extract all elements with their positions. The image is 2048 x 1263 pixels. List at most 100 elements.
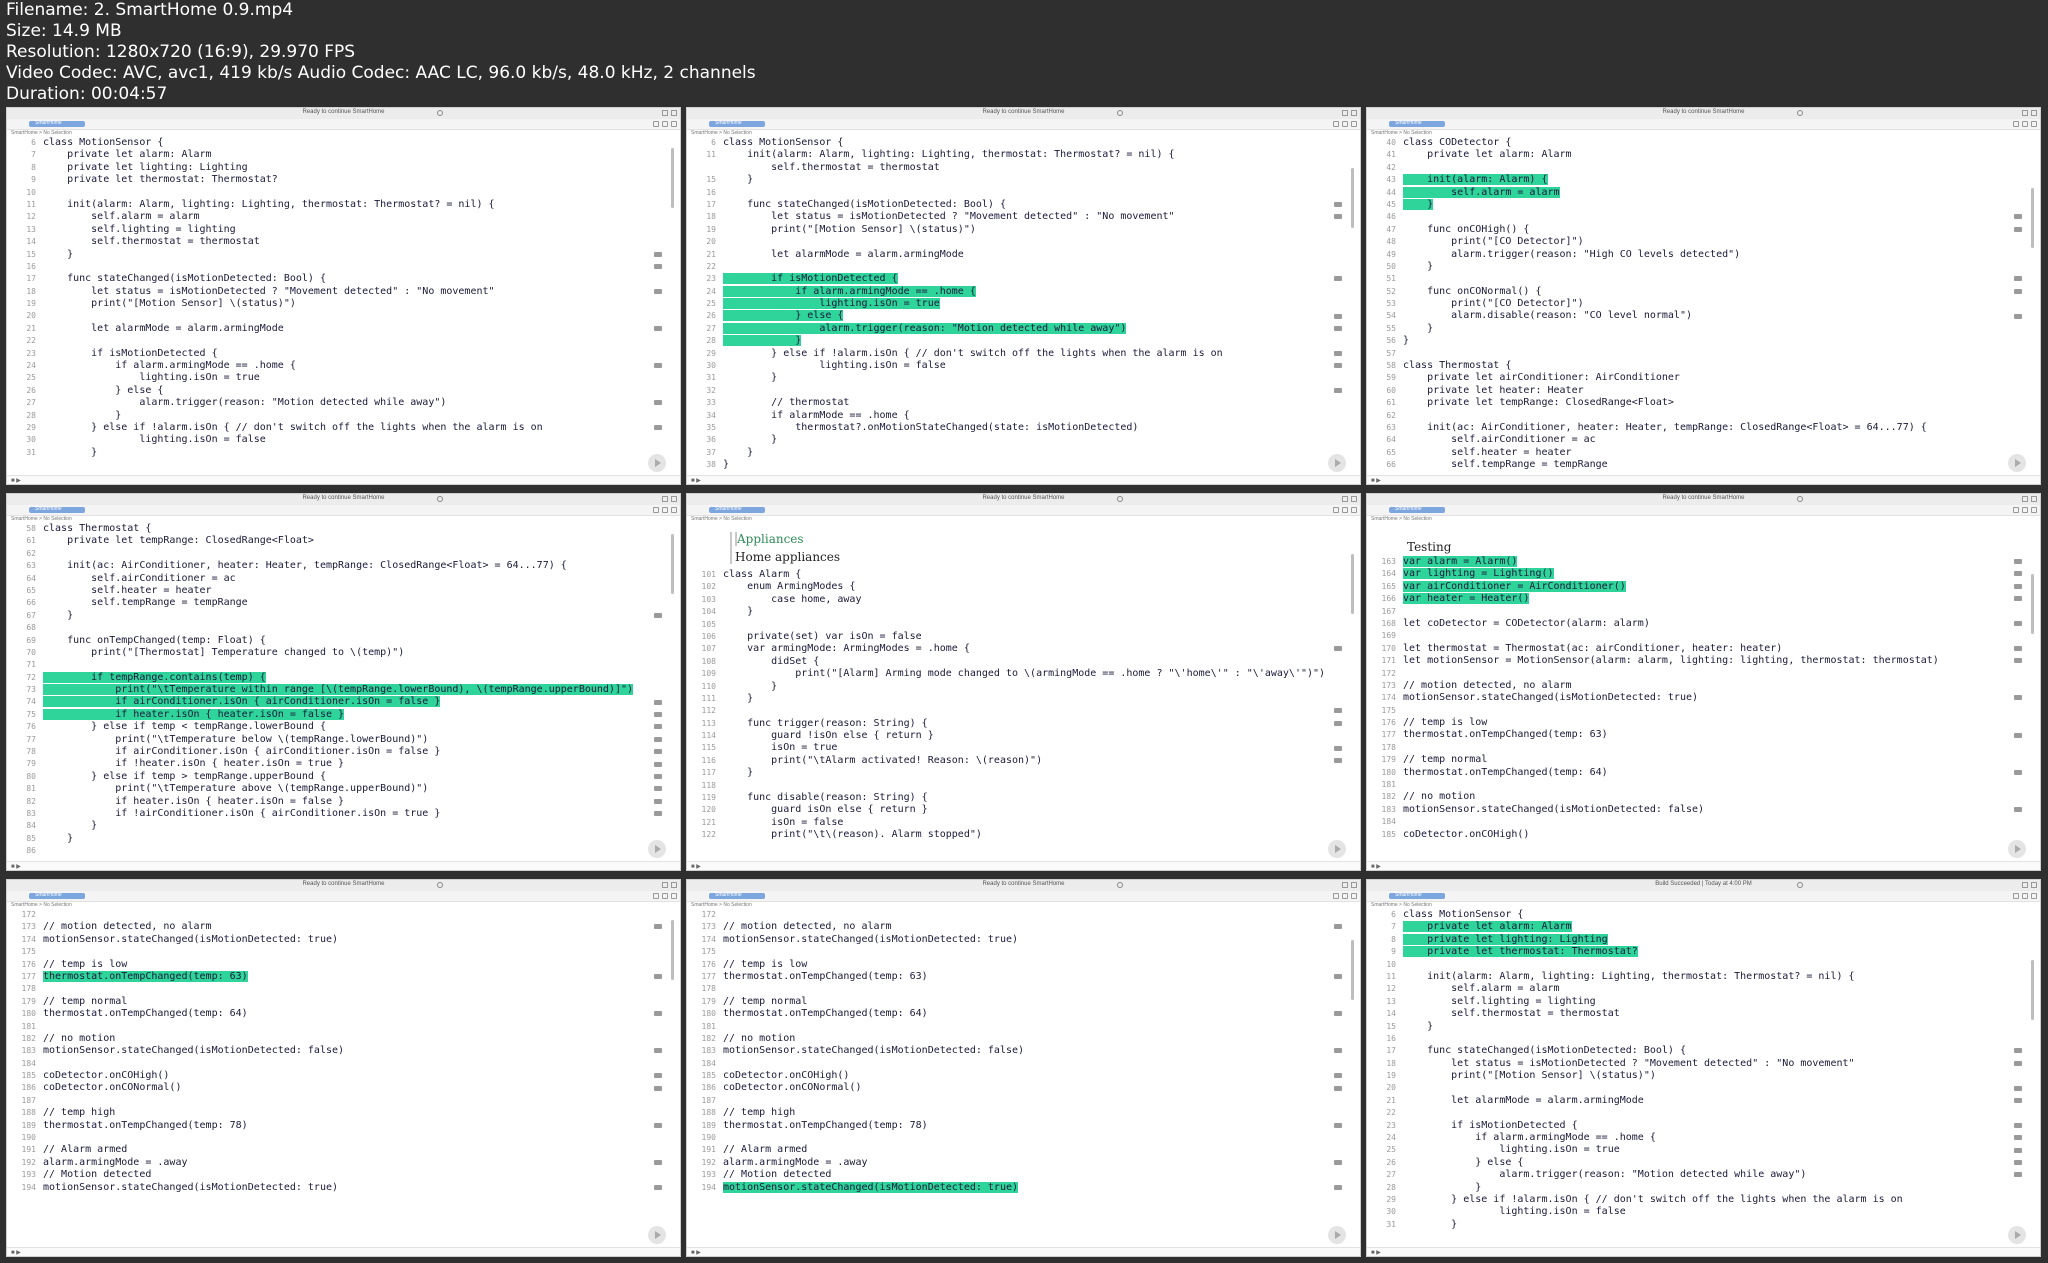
- result-marker-icon[interactable]: [1334, 202, 1342, 207]
- result-marker-icon[interactable]: [2014, 1122, 2022, 1128]
- tab-smarthome[interactable]: SmartHome: [709, 506, 765, 513]
- vertical-scrollbar[interactable]: [2031, 574, 2034, 634]
- forward-icon[interactable]: [2013, 893, 2019, 899]
- result-marker-icon[interactable]: [2014, 214, 2022, 220]
- fullscreen-icon[interactable]: [2031, 882, 2037, 888]
- fullscreen-icon[interactable]: [671, 496, 677, 502]
- result-marker-icon[interactable]: [654, 924, 662, 930]
- result-marker-icon[interactable]: [1334, 1085, 1342, 1091]
- tab-smarthome[interactable]: SmartHome: [29, 506, 85, 513]
- result-marker-icon[interactable]: [654, 811, 662, 817]
- breadcrumb[interactable]: SmartHome > No Selection: [691, 902, 752, 908]
- result-marker-icon[interactable]: [654, 612, 662, 618]
- fullscreen-icon[interactable]: [671, 110, 677, 116]
- result-marker-icon[interactable]: [1334, 326, 1342, 331]
- result-marker-icon[interactable]: [1334, 720, 1342, 726]
- debug-toggle-icon[interactable]: ■ ▶: [1371, 477, 1381, 484]
- code-editor[interactable]: 58 class Thermostat {61 private let tempR…: [7, 523, 656, 858]
- result-marker-icon[interactable]: [2014, 559, 2022, 564]
- back-icon[interactable]: [1342, 121, 1348, 127]
- result-marker-icon[interactable]: [2014, 288, 2022, 294]
- result-marker-icon[interactable]: [2014, 1172, 2022, 1178]
- code-editor[interactable]: 40 class CODetector {41 private let alarm…: [1367, 137, 2016, 472]
- split-view-icon[interactable]: [662, 110, 668, 116]
- tab-smarthome[interactable]: SmartHome: [1389, 120, 1445, 127]
- forward-icon[interactable]: [653, 893, 659, 899]
- run-playground-button[interactable]: [648, 1226, 666, 1244]
- result-marker-icon[interactable]: [1334, 758, 1342, 763]
- breadcrumb[interactable]: SmartHome > No Selection: [11, 902, 72, 908]
- split-view-icon[interactable]: [662, 496, 668, 502]
- result-marker-icon[interactable]: [654, 1048, 662, 1054]
- result-marker-icon[interactable]: [654, 1122, 662, 1128]
- result-marker-icon[interactable]: [2014, 571, 2022, 577]
- result-marker-icon[interactable]: [1334, 214, 1342, 220]
- debug-toggle-icon[interactable]: ■ ▶: [691, 477, 701, 484]
- breadcrumb[interactable]: SmartHome > No Selection: [11, 130, 72, 136]
- result-marker-icon[interactable]: [654, 264, 662, 269]
- code-editor[interactable]: 172 173 // motion detected, no alarm 174 mot…: [7, 909, 656, 1206]
- code-editor[interactable]: 101 class Alarm {102 enum ArmingModes {10…: [687, 569, 1336, 842]
- debug-toggle-icon[interactable]: ■ ▶: [11, 1249, 21, 1256]
- vertical-scrollbar[interactable]: [671, 148, 674, 208]
- result-marker-icon[interactable]: [654, 1085, 662, 1091]
- fullscreen-icon[interactable]: [1351, 110, 1357, 116]
- result-marker-icon[interactable]: [1334, 1048, 1342, 1054]
- back-icon[interactable]: [662, 507, 668, 513]
- forward-icon[interactable]: [1333, 121, 1339, 127]
- debug-toggle-icon[interactable]: ■ ▶: [1371, 863, 1381, 870]
- run-playground-button[interactable]: [2008, 454, 2026, 472]
- vertical-scrollbar[interactable]: [1351, 554, 1354, 614]
- forward-icon[interactable]: [2013, 121, 2019, 127]
- vertical-scrollbar[interactable]: [2031, 960, 2034, 1020]
- result-marker-icon[interactable]: [1334, 745, 1342, 751]
- vertical-scrollbar[interactable]: [1351, 168, 1354, 228]
- split-view-icon[interactable]: [1342, 110, 1348, 116]
- result-marker-icon[interactable]: [2014, 1085, 2022, 1091]
- result-marker-icon[interactable]: [654, 761, 662, 767]
- result-marker-icon[interactable]: [654, 699, 662, 705]
- back-icon[interactable]: [2022, 507, 2028, 513]
- back-icon[interactable]: [662, 893, 668, 899]
- result-marker-icon[interactable]: [2014, 645, 2022, 651]
- result-marker-icon[interactable]: [654, 774, 662, 779]
- debug-toggle-icon[interactable]: ■ ▶: [691, 1249, 701, 1256]
- breadcrumb[interactable]: SmartHome > No Selection: [691, 130, 752, 136]
- result-marker-icon[interactable]: [2014, 732, 2022, 738]
- code-editor[interactable]: 6 class MotionSensor {7 private let alarm…: [7, 137, 656, 459]
- result-marker-icon[interactable]: [2014, 1098, 2022, 1103]
- result-marker-icon[interactable]: [2014, 695, 2022, 701]
- tab-smarthome[interactable]: SmartHome: [709, 892, 765, 899]
- grid-icon[interactable]: [671, 893, 677, 899]
- result-marker-icon[interactable]: [2014, 583, 2022, 589]
- result-marker-icon[interactable]: [654, 400, 662, 406]
- grid-icon[interactable]: [1351, 121, 1357, 127]
- tab-smarthome[interactable]: SmartHome: [1389, 892, 1445, 899]
- result-marker-icon[interactable]: [2014, 807, 2022, 812]
- vertical-scrollbar[interactable]: [1351, 940, 1354, 1000]
- result-marker-icon[interactable]: [1334, 363, 1342, 369]
- fullscreen-icon[interactable]: [1351, 496, 1357, 502]
- result-marker-icon[interactable]: [1334, 708, 1342, 714]
- result-marker-icon[interactable]: [1334, 1122, 1342, 1128]
- back-icon[interactable]: [662, 121, 668, 127]
- debug-toggle-icon[interactable]: ■ ▶: [691, 863, 701, 870]
- tab-smarthome[interactable]: SmartHome: [29, 892, 85, 899]
- forward-icon[interactable]: [2013, 507, 2019, 513]
- result-marker-icon[interactable]: [654, 712, 662, 717]
- result-marker-icon[interactable]: [2014, 1048, 2022, 1054]
- vertical-scrollbar[interactable]: [2031, 188, 2034, 248]
- vertical-scrollbar[interactable]: [671, 534, 674, 594]
- forward-icon[interactable]: [653, 121, 659, 127]
- split-view-icon[interactable]: [2022, 882, 2028, 888]
- result-marker-icon[interactable]: [1334, 1073, 1342, 1079]
- result-marker-icon[interactable]: [1334, 974, 1342, 979]
- vertical-scrollbar[interactable]: [671, 920, 674, 980]
- forward-icon[interactable]: [1333, 893, 1339, 899]
- result-marker-icon[interactable]: [2014, 1060, 2022, 1066]
- grid-icon[interactable]: [1351, 893, 1357, 899]
- result-marker-icon[interactable]: [2014, 769, 2022, 775]
- back-icon[interactable]: [1342, 507, 1348, 513]
- result-marker-icon[interactable]: [2014, 313, 2022, 319]
- tab-smarthome[interactable]: SmartHome: [709, 120, 765, 127]
